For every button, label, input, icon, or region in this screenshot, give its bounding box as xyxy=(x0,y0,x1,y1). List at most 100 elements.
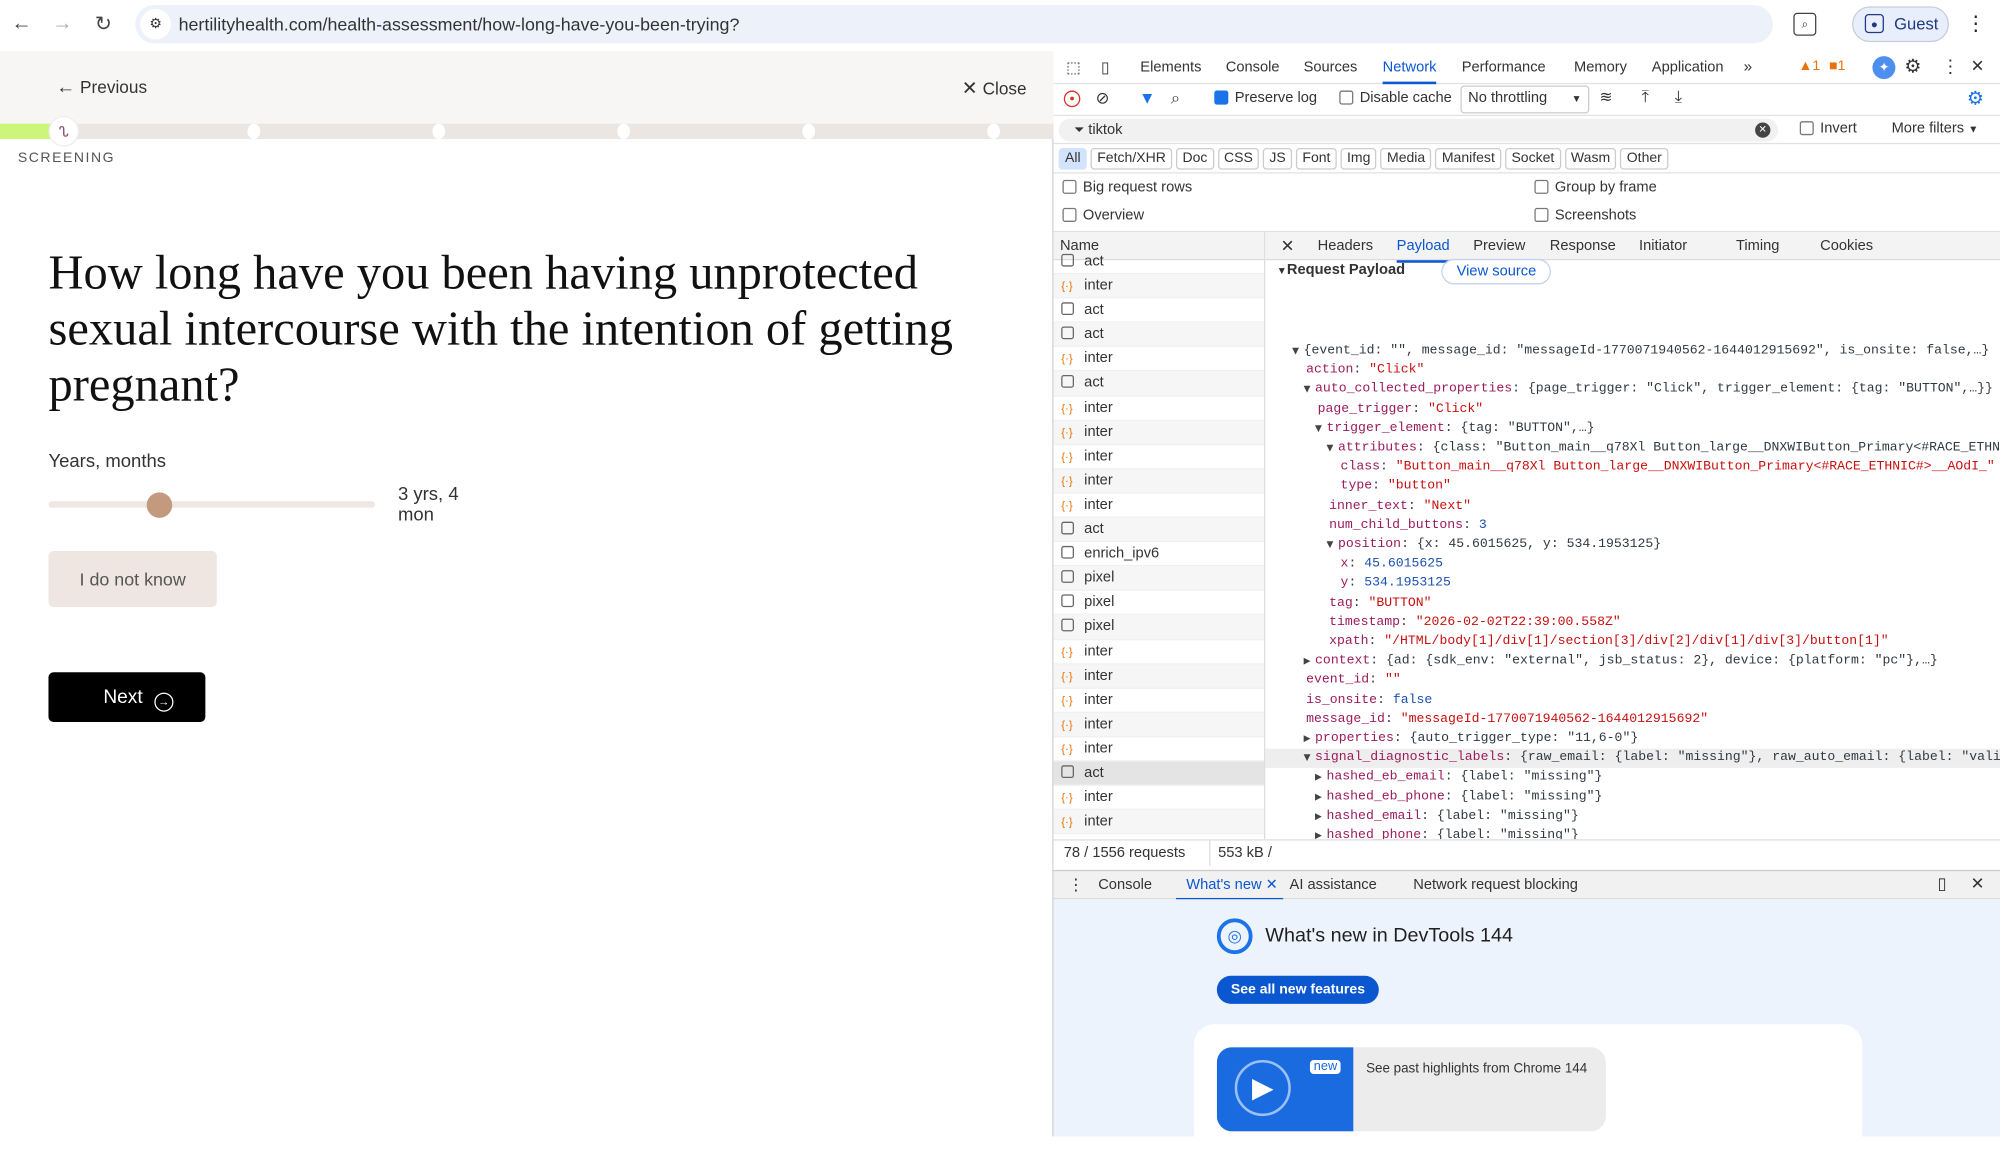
request-row[interactable]: {·}inter xyxy=(1054,347,1264,371)
expand-arrow-icon[interactable]: ▶ xyxy=(1315,768,1326,787)
request-row[interactable]: {·}inter xyxy=(1054,420,1264,444)
duration-slider[interactable] xyxy=(48,501,375,507)
payload-line[interactable]: ▶hashed_phone: {label: "missing"} xyxy=(1265,827,2000,840)
collapse-arrow-icon[interactable]: ▼ xyxy=(1315,419,1326,438)
tab-sources[interactable]: Sources xyxy=(1304,51,1358,84)
type-filter-css[interactable]: CSS xyxy=(1218,148,1260,170)
request-row[interactable]: act xyxy=(1054,250,1264,274)
payload-line[interactable]: ▼auto_collected_properties: {page_trigge… xyxy=(1265,381,2000,400)
overview-checkbox[interactable]: Overview xyxy=(1062,208,1144,223)
past-highlights-link[interactable]: ▶ new See past highlights from Chrome 14… xyxy=(1217,1047,1606,1131)
payload-line[interactable]: ▶hashed_eb_phone: {label: "missing"} xyxy=(1265,788,2000,807)
request-row[interactable]: {·}inter xyxy=(1054,810,1264,834)
close-tab-icon[interactable]: ✕ xyxy=(1262,878,1278,893)
import-har-icon[interactable]: ⤒ xyxy=(1642,87,1649,107)
type-filter-font[interactable]: Font xyxy=(1296,148,1337,170)
payload-line[interactable]: ▼{event_id: "", message_id: "messageId-1… xyxy=(1265,342,2000,361)
detail-tab-payload[interactable]: Payload xyxy=(1397,232,1450,263)
tab-network[interactable]: Network xyxy=(1383,51,1437,84)
inspect-element-icon[interactable]: ⬚ xyxy=(1064,57,1083,76)
device-toolbar-icon[interactable]: ▯ xyxy=(1096,57,1115,76)
detail-tab-headers[interactable]: Headers xyxy=(1318,232,1373,260)
tab-performance[interactable]: Performance xyxy=(1462,51,1546,84)
type-filter-fetch-xhr[interactable]: Fetch/XHR xyxy=(1091,148,1172,170)
collapse-arrow-icon[interactable]: ▼ xyxy=(1327,439,1338,458)
detail-tab-response[interactable]: Response xyxy=(1550,232,1616,260)
request-row[interactable]: act xyxy=(1054,323,1264,347)
collapse-arrow-icon[interactable]: ▼ xyxy=(1292,342,1303,361)
warnings-badge[interactable]: ▲1 xyxy=(1798,59,1820,74)
network-conditions-icon[interactable]: ≋ xyxy=(1599,88,1612,106)
expand-arrow-icon[interactable]: ▶ xyxy=(1304,730,1315,749)
dock-side-icon[interactable]: ▯ xyxy=(1937,874,1946,894)
detail-tab-timing[interactable]: Timing xyxy=(1736,232,1779,260)
request-row[interactable]: pixel xyxy=(1054,615,1264,639)
forward-icon[interactable]: → xyxy=(52,11,72,37)
previous-button[interactable]: ← Previous xyxy=(56,77,147,99)
request-row[interactable]: act xyxy=(1054,518,1264,542)
group-by-frame-checkbox[interactable]: Group by frame xyxy=(1534,180,1656,195)
collapse-arrow-icon[interactable]: ▼ xyxy=(1304,749,1315,768)
preserve-log-checkbox[interactable]: Preserve log xyxy=(1214,91,1317,106)
request-row[interactable]: {·}inter xyxy=(1054,786,1264,810)
close-detail-icon[interactable]: ✕ xyxy=(1281,236,1295,256)
detail-tab-preview[interactable]: Preview xyxy=(1473,232,1525,260)
drawer-tab-what-s-new[interactable]: What's new ✕ xyxy=(1176,871,1283,900)
request-row[interactable]: {·}inter xyxy=(1054,640,1264,664)
request-row[interactable]: {·}inter xyxy=(1054,713,1264,737)
request-row[interactable]: {·}inter xyxy=(1054,737,1264,761)
view-source-button[interactable]: View source xyxy=(1441,259,1551,285)
throttling-select[interactable]: No throttling▼ xyxy=(1460,85,1589,113)
slider-thumb[interactable] xyxy=(147,492,173,518)
network-settings-icon[interactable]: ⚙ xyxy=(1967,87,1984,110)
request-row[interactable]: act xyxy=(1054,299,1264,323)
payload-line[interactable]: ▼trigger_element: {tag: "BUTTON",…} xyxy=(1265,419,2000,438)
reload-icon[interactable]: ↻ xyxy=(93,11,113,37)
request-row[interactable]: enrich_ipv6 xyxy=(1054,542,1264,566)
type-filter-manifest[interactable]: Manifest xyxy=(1435,148,1501,170)
request-row[interactable]: pixel xyxy=(1054,591,1264,615)
disable-cache-checkbox[interactable]: Disable cache xyxy=(1339,91,1452,106)
invert-checkbox[interactable]: Invert xyxy=(1800,121,1857,136)
expand-arrow-icon[interactable]: ▶ xyxy=(1304,652,1315,671)
issues-badge[interactable]: ■1 xyxy=(1829,59,1845,74)
type-filter-media[interactable]: Media xyxy=(1381,148,1432,170)
request-row[interactable]: {·}inter xyxy=(1054,469,1264,493)
type-filter-socket[interactable]: Socket xyxy=(1505,148,1561,170)
tab-elements[interactable]: Elements xyxy=(1140,51,1201,84)
filter-icon[interactable]: ▼ xyxy=(1139,88,1155,107)
payload-line[interactable]: ▶hashed_email: {label: "missing"} xyxy=(1265,807,2000,826)
clear-filter-icon[interactable]: ✕ xyxy=(1755,122,1770,137)
next-button[interactable]: Next → xyxy=(48,672,205,722)
ai-assistant-icon[interactable]: ✦ xyxy=(1872,56,1895,79)
tab-console[interactable]: Console xyxy=(1226,51,1280,84)
big-request-rows-checkbox[interactable]: Big request rows xyxy=(1062,180,1192,195)
search-icon[interactable]: ⌕ xyxy=(1171,88,1180,108)
site-settings-icon[interactable]: ⚙ xyxy=(140,9,171,40)
expand-arrow-icon[interactable]: ▶ xyxy=(1315,788,1326,807)
i-do-not-know-button[interactable]: I do not know xyxy=(48,551,216,607)
expand-arrow-icon[interactable]: ▶ xyxy=(1315,807,1326,826)
request-row[interactable]: act xyxy=(1054,372,1264,396)
detail-tab-cookies[interactable]: Cookies xyxy=(1820,232,1873,260)
drawer-tab-ai-assistance[interactable]: AI assistance xyxy=(1290,871,1377,900)
drawer-tab-network-request-blocking[interactable]: Network request blocking xyxy=(1413,871,1578,900)
type-filter-doc[interactable]: Doc xyxy=(1176,148,1214,170)
request-row[interactable]: {·}inter xyxy=(1054,494,1264,518)
more-filters-button[interactable]: More filters ▼ xyxy=(1892,121,1979,136)
request-row[interactable]: {·}inter xyxy=(1054,688,1264,712)
collapse-arrow-icon[interactable]: ▼ xyxy=(1304,381,1315,400)
payload-line[interactable]: ▼attributes: {class: "Button_main__q78Xl… xyxy=(1265,439,2000,458)
payload-line[interactable]: ▼position: {x: 45.6015625, y: 534.195312… xyxy=(1265,536,2000,555)
record-icon[interactable]: ● xyxy=(1064,91,1081,108)
close-drawer-icon[interactable]: ✕ xyxy=(1971,874,1985,894)
payload-line[interactable]: ▶hashed_eb_email: {label: "missing"} xyxy=(1265,768,2000,787)
profile-button[interactable]: ● Guest xyxy=(1852,6,1949,42)
type-filter-wasm[interactable]: Wasm xyxy=(1565,148,1617,170)
address-bar[interactable]: ⚙ hertilityhealth.com/health-assessment/… xyxy=(135,5,1773,43)
request-row[interactable]: {·}inter xyxy=(1054,445,1264,469)
request-row[interactable]: {·}inter xyxy=(1054,396,1264,420)
close-button[interactable]: ✕ Close xyxy=(962,77,1027,100)
settings-icon[interactable]: ⚙ xyxy=(1904,55,1921,78)
payload-line[interactable]: ▼signal_diagnostic_labels: {raw_email: {… xyxy=(1265,749,2000,768)
